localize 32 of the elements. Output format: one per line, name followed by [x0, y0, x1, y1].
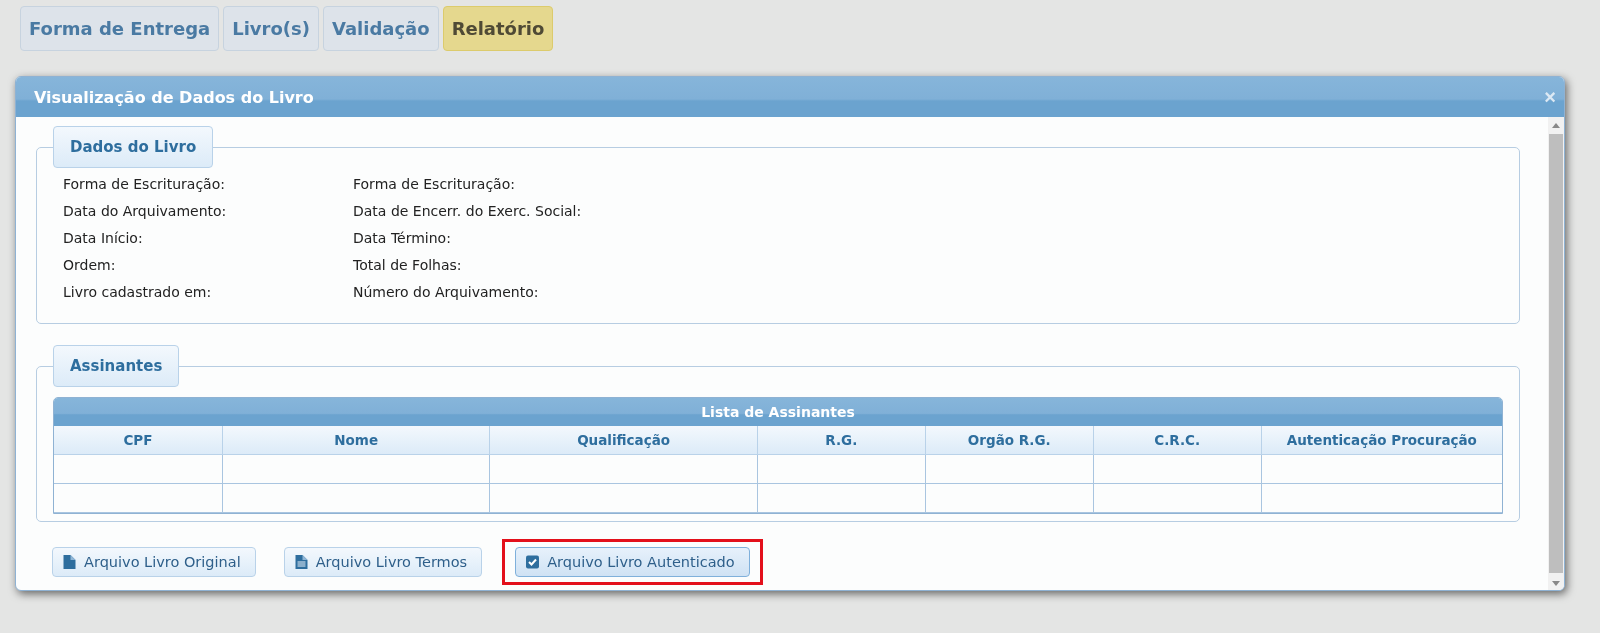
file-button[interactable]: Arquivo Livro Autenticado [515, 547, 750, 577]
field-label: Ordem: [63, 257, 117, 274]
field-label: Forma de Escrituração: [63, 176, 226, 193]
field-label: Total de Folhas: [353, 257, 463, 274]
document-icon [294, 555, 308, 569]
file-button[interactable]: Arquivo Livro Termos [283, 547, 483, 577]
column-header: CPF [54, 426, 222, 455]
column-header: Orgão R.G. [924, 426, 1093, 455]
field-label: Data do Arquivamento: [63, 203, 228, 220]
panel-legend: Dados do Livro [53, 126, 214, 168]
column-header: Qualificação [489, 426, 757, 455]
column-header: R.G. [756, 426, 925, 455]
checkbox-icon [526, 555, 540, 569]
field-label: Livro cadastrado em: [63, 284, 213, 301]
dialog-title: Visualização de Dados do Livro [34, 87, 314, 107]
field-label: Forma de Escrituração: [353, 176, 516, 193]
field-label: Número do Arquivamento: [353, 284, 540, 301]
file-icon [63, 555, 76, 569]
field-label: Data de Encerr. do Exerc. Social: [353, 203, 583, 220]
column-header: Autenticação Procuração [1260, 426, 1502, 455]
field-label: Data Término: [353, 230, 452, 247]
column-header: C.R.C. [1092, 426, 1261, 455]
table-title: Lista de Assinantes [54, 398, 1502, 426]
file-button[interactable]: Arquivo Livro Original [52, 547, 256, 577]
tab[interactable]: Forma de Entrega [20, 6, 220, 51]
scrollbar[interactable] [1548, 117, 1564, 590]
panel-legend: Assinantes [53, 345, 180, 387]
tab[interactable]: Livro(s) [223, 6, 319, 51]
column-header: Nome [221, 426, 490, 455]
field-label: Data Início: [63, 230, 144, 247]
tab[interactable]: Validação [322, 6, 439, 51]
tab[interactable]: Relatório [442, 6, 554, 51]
